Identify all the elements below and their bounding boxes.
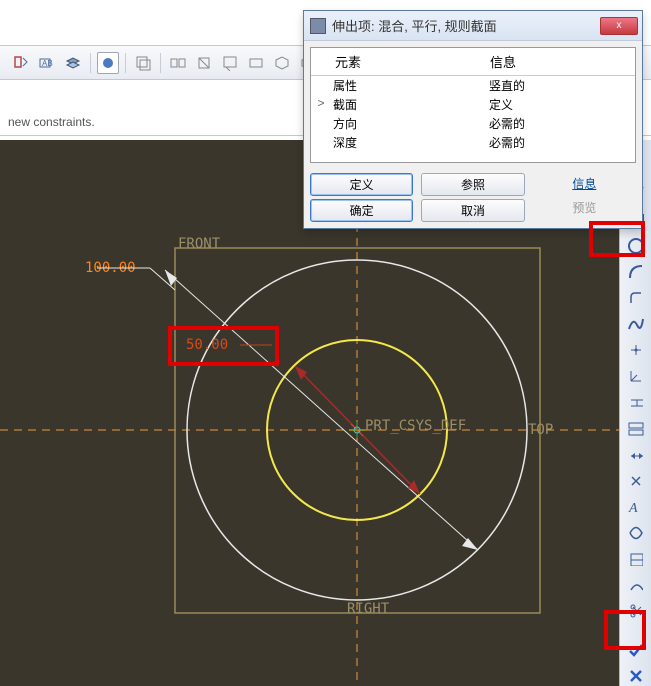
palette-tool[interactable] <box>624 549 648 569</box>
extrude-dialog: 伸出项: 混合, 平行, 规则截面 x 元素 信息 属性 竖直的 > 截面 定义… <box>303 10 643 229</box>
refs-button[interactable]: 参照 <box>421 173 524 196</box>
dialog-footer: 定义 确定 参照 取消 信息 预览 <box>304 169 642 228</box>
fillet-tool[interactable] <box>624 288 648 308</box>
dialog-title: 伸出项: 混合, 平行, 规则截面 <box>332 16 497 35</box>
text-note-button[interactable]: AB <box>36 52 58 74</box>
define-button[interactable]: 定义 <box>310 173 413 196</box>
col-header-info: 信息 <box>480 48 635 75</box>
message-text: new constraints. <box>8 115 95 129</box>
circle-tool[interactable] <box>624 236 648 256</box>
dialog-title-icon <box>310 18 326 34</box>
constraint-tool[interactable]: A <box>624 497 648 517</box>
context-view-icon <box>100 55 116 71</box>
col-header-element: 元素 <box>311 48 480 75</box>
toolbar-separator <box>90 53 91 73</box>
table-row[interactable]: > 截面 定义 <box>311 95 635 114</box>
csys-tool[interactable] <box>624 366 648 386</box>
edge-tool[interactable] <box>624 575 648 595</box>
display-style-button[interactable] <box>132 52 154 74</box>
layers-icon <box>65 55 81 71</box>
info-button[interactable]: 信息 <box>533 173 636 194</box>
svg-text:AB: AB <box>42 59 53 68</box>
dialog-close-button[interactable]: x <box>600 17 638 35</box>
table-row[interactable]: 属性 竖直的 <box>311 76 635 95</box>
arc-tool[interactable] <box>624 262 648 282</box>
insert-tool-button[interactable] <box>10 52 32 74</box>
cancel-x[interactable] <box>624 666 648 686</box>
recreate-button[interactable] <box>245 52 267 74</box>
combined-icon <box>170 55 186 71</box>
toolbar-separator <box>160 53 161 73</box>
dialog-body: 元素 信息 属性 竖直的 > 截面 定义 方向 必需的 深度 必需的 <box>310 47 636 163</box>
cross-section-icon <box>196 55 212 71</box>
toolbar-separator <box>125 53 126 73</box>
preview-button[interactable]: 预览 <box>533 197 636 218</box>
recreate-icon <box>248 55 264 71</box>
trim-tool[interactable] <box>624 601 648 621</box>
combined-views-button[interactable] <box>167 52 189 74</box>
ok-button[interactable]: 确定 <box>310 199 413 222</box>
spline-tool[interactable] <box>624 314 648 334</box>
context-view-button[interactable] <box>97 52 119 74</box>
text-note-icon: AB <box>39 55 55 71</box>
component-display-button[interactable] <box>271 52 293 74</box>
layers-button[interactable] <box>62 52 84 74</box>
table-row[interactable]: 深度 必需的 <box>311 133 635 152</box>
component-icon <box>274 55 290 71</box>
offset-tool[interactable] <box>624 393 648 413</box>
insert-icon <box>13 55 29 71</box>
table-row[interactable]: 方向 必需的 <box>311 114 635 133</box>
cross-section-button[interactable] <box>193 52 215 74</box>
modify-tool[interactable] <box>624 471 648 491</box>
ok-checkmark[interactable] <box>624 640 648 660</box>
cancel-button[interactable]: 取消 <box>421 199 524 222</box>
show-hide-icon <box>222 55 238 71</box>
text-tool[interactable] <box>624 523 648 543</box>
svg-text:A: A <box>628 501 638 516</box>
point-tool[interactable] <box>624 340 648 360</box>
display-style-icon <box>135 55 151 71</box>
dialog-titlebar[interactable]: 伸出项: 混合, 平行, 规则截面 x <box>304 11 642 41</box>
show-hide-button[interactable] <box>219 52 241 74</box>
thicken-tool[interactable] <box>624 419 648 439</box>
dimension-tool[interactable] <box>624 445 648 465</box>
